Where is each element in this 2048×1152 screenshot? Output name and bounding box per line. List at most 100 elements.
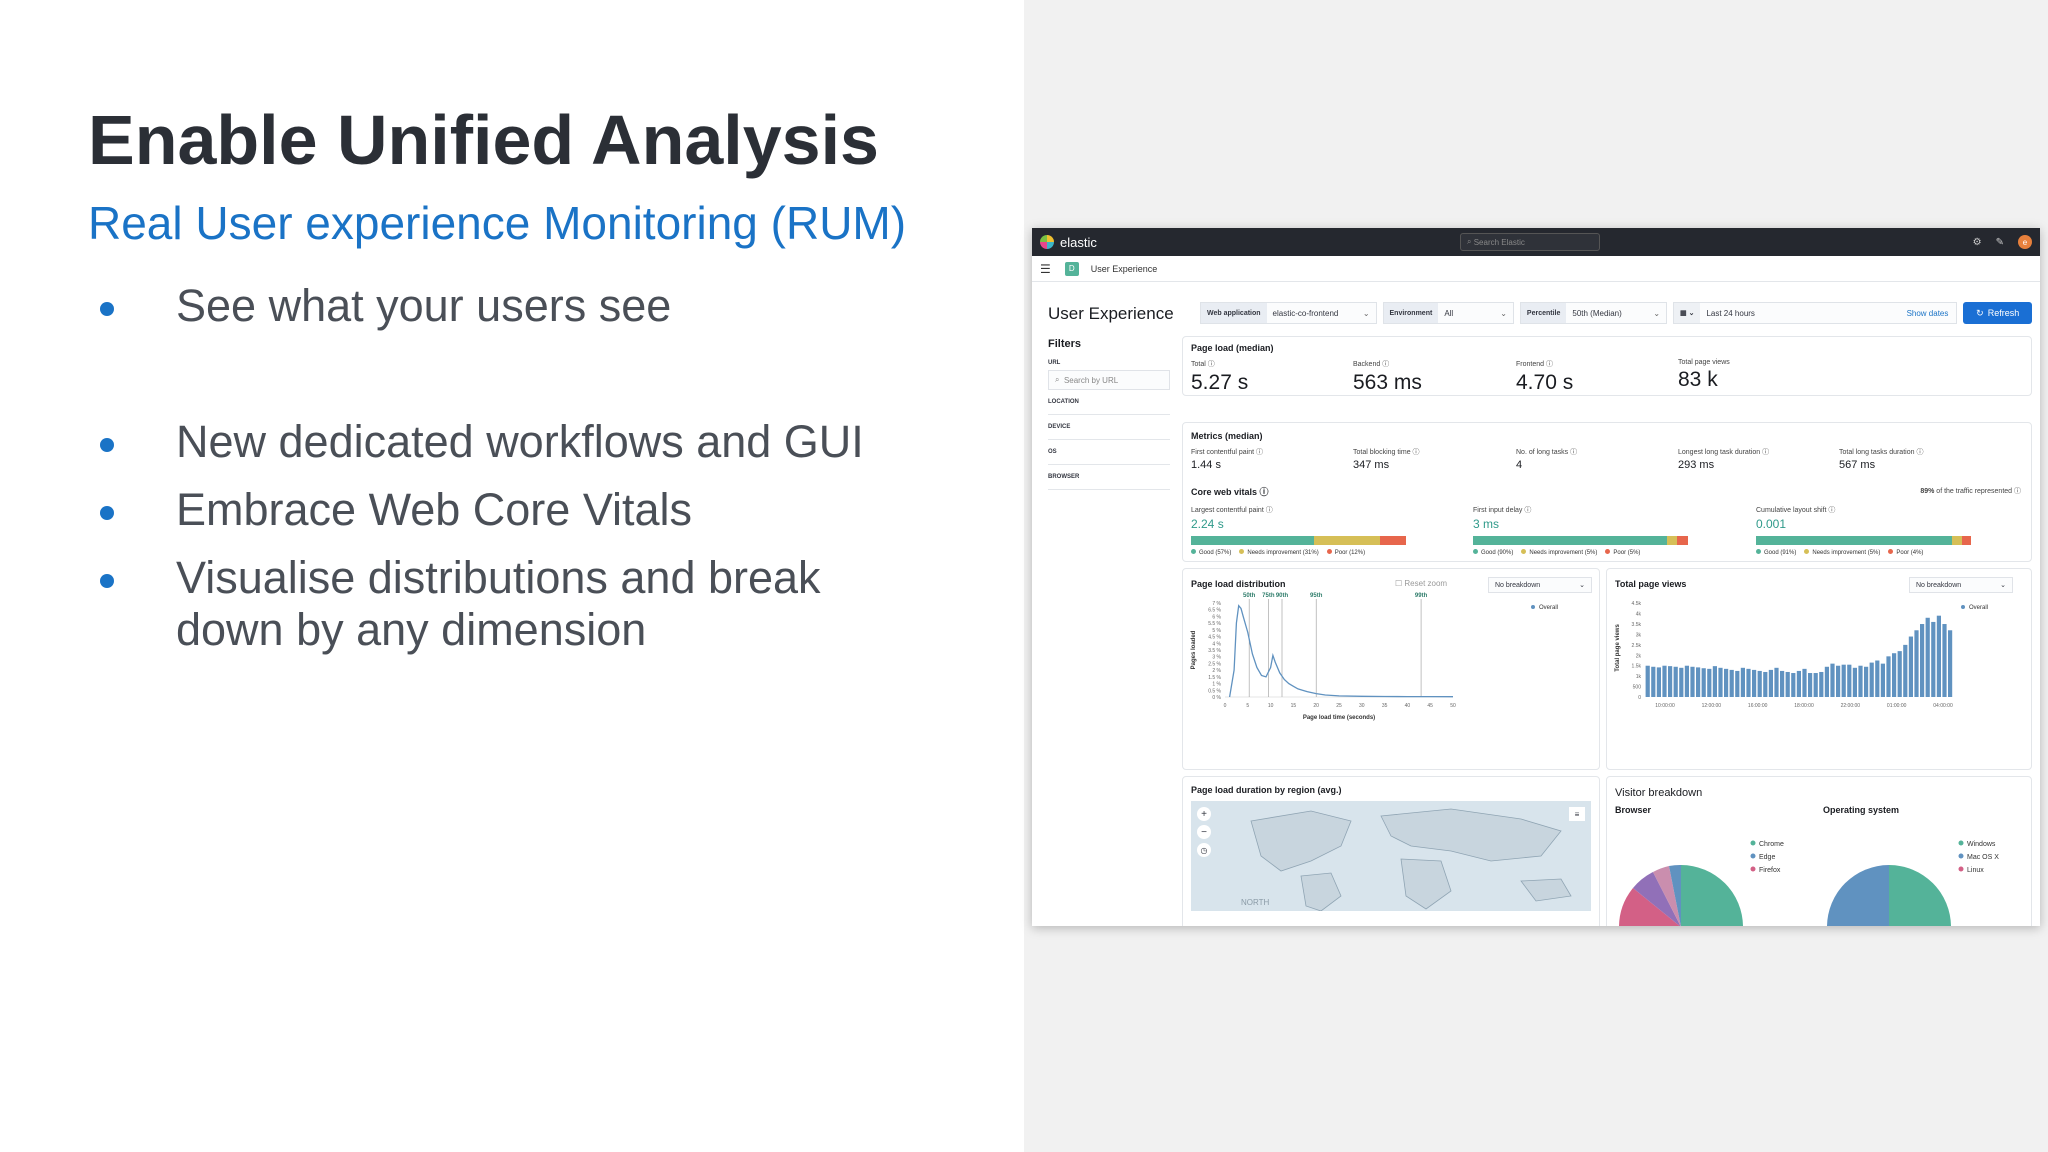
y-tick-label: 2.5 % bbox=[1208, 661, 1221, 667]
filter-location[interactable]: LOCATION bbox=[1048, 390, 1170, 415]
page-load-panel: Page load (median) Total ⓘ 5.27 s Backen… bbox=[1182, 336, 2032, 396]
percentile-marker-label: 75th bbox=[1262, 593, 1275, 599]
page-views-bar bbox=[1679, 667, 1684, 697]
cwv-segment-ni[interactable] bbox=[1951, 536, 1963, 545]
env-value: All bbox=[1444, 308, 1454, 318]
x-tick-label: 22:00:00 bbox=[1841, 703, 1861, 709]
distribution-chart[interactable]: 0 %0.5 %1 %1.5 %2 %2.5 %3 %3.5 %4 %4.5 %… bbox=[1183, 569, 1601, 771]
page-views-bar bbox=[1830, 663, 1835, 697]
percentile-marker-label: 50th bbox=[1243, 593, 1256, 599]
top-icon-group: ⚙ ✎ e bbox=[1973, 235, 2032, 249]
stat-value: 293 ms bbox=[1678, 459, 1715, 471]
cwv-bar[interactable] bbox=[1191, 536, 1406, 545]
page-views-bar bbox=[1690, 666, 1695, 697]
cwv-segment-poor[interactable] bbox=[1677, 536, 1688, 545]
os-pie bbox=[1827, 865, 1951, 926]
zoom-in-icon[interactable]: + bbox=[1197, 807, 1211, 821]
brand-name: elastic bbox=[1060, 234, 1097, 250]
show-dates-link[interactable]: Show dates bbox=[1899, 309, 1957, 318]
bullet-item: Visualise distributions and break down b… bbox=[100, 552, 916, 656]
bullet-text: See what your users see bbox=[176, 280, 672, 331]
stat-value: 5.27 s bbox=[1191, 371, 1249, 394]
stat-value: 567 ms bbox=[1839, 459, 1876, 471]
visitor-pies[interactable]: Chrome Edge Firefox Windows Mac OS X Lin… bbox=[1607, 777, 2033, 926]
traffic-represented: 89% of the traffic represented ⓘ bbox=[1920, 488, 2021, 495]
url-search-placeholder: Search by URL bbox=[1063, 375, 1119, 385]
page-views-bar bbox=[1752, 669, 1757, 697]
filter-controls: Web application elastic-co-frontend ⌄ En… bbox=[1200, 302, 2032, 324]
y-tick-label: 3 % bbox=[1212, 655, 1221, 661]
page-views-bar bbox=[1768, 669, 1773, 697]
cwv-segment-ni[interactable] bbox=[1666, 536, 1678, 545]
cwv-bar[interactable] bbox=[1756, 536, 1971, 545]
menu-icon[interactable]: ☰ bbox=[1040, 262, 1051, 276]
top-navigation-bar: elastic ⌕ Search Elastic ⚙ ✎ e bbox=[1032, 228, 2040, 256]
calendar-icon[interactable]: ▦ ⌄ bbox=[1674, 303, 1701, 323]
percentile-select[interactable]: Percentile 50th (Median) ⌄ bbox=[1519, 302, 1668, 324]
stat-label: No. of long tasks ⓘ bbox=[1516, 449, 1578, 456]
y-tick-label: 6 % bbox=[1212, 614, 1221, 620]
avatar[interactable]: e bbox=[2018, 235, 2032, 249]
web-application-select[interactable]: Web application elastic-co-frontend ⌄ bbox=[1200, 302, 1377, 324]
stat-total: Total ⓘ 5.27 s bbox=[1191, 359, 1248, 395]
notifications-icon[interactable]: ✎ bbox=[1996, 237, 2004, 248]
cwv-cls: Cumulative layout shift ⓘ 0.001 Good (91… bbox=[1756, 505, 1971, 556]
filter-device[interactable]: DEVICE bbox=[1048, 415, 1170, 440]
world-map[interactable]: NORTH + − ◷ ≡ bbox=[1191, 801, 1591, 911]
page-views-bar bbox=[1808, 673, 1813, 697]
page-views-bar bbox=[1740, 667, 1745, 697]
y-tick-label: 4.5 % bbox=[1208, 635, 1221, 641]
web-app-label: Web application bbox=[1201, 303, 1267, 323]
page-views-bar bbox=[1852, 667, 1857, 697]
refresh-button[interactable]: ↻ Refresh bbox=[1963, 302, 2032, 324]
url-search-input[interactable]: ⌕ Search by URL bbox=[1048, 370, 1170, 390]
region-map-panel: Page load duration by region (avg.) NORT… bbox=[1182, 776, 1600, 926]
filter-browser[interactable]: BROWSER bbox=[1048, 465, 1170, 490]
page-views-bar bbox=[1948, 630, 1953, 697]
search-placeholder: Search Elastic bbox=[1473, 237, 1525, 247]
visitor-breakdown-panel: Visitor breakdown Browser Operating syst… bbox=[1606, 776, 2032, 926]
url-filter-label: URL bbox=[1048, 360, 1061, 366]
page-views-chart[interactable]: 0 500 1k 1.5k 2k 2.5k 3k 3.5k 4k 4.5k 10:00:00 12:0… bbox=[1607, 569, 2033, 771]
page-views-bar bbox=[1824, 666, 1829, 697]
page-views-bar bbox=[1892, 653, 1897, 697]
layers-icon[interactable]: ≡ bbox=[1569, 807, 1585, 821]
browser-legend-item: Edge bbox=[1759, 854, 1775, 861]
refresh-icon: ↻ bbox=[1976, 307, 1984, 318]
cwv-label: Cumulative layout shift ⓘ bbox=[1756, 507, 1836, 514]
breadcrumb-item[interactable]: User Experience bbox=[1091, 264, 1158, 274]
filter-os[interactable]: OS bbox=[1048, 440, 1170, 465]
cwv-segment-poor[interactable] bbox=[1380, 536, 1406, 545]
page-views-bar bbox=[1774, 667, 1779, 697]
cwv-segment-good[interactable] bbox=[1756, 536, 1952, 545]
filters-sidebar: Filters URL ⌕ Search by URL LOCATION DEV… bbox=[1048, 338, 1170, 490]
x-tick-label: 25 bbox=[1336, 703, 1342, 709]
stat-label: Total blocking time ⓘ bbox=[1353, 449, 1420, 456]
elastic-logo-icon[interactable] bbox=[1040, 235, 1054, 249]
cwv-segment-ni[interactable] bbox=[1313, 536, 1381, 545]
stat-label: Total long tasks duration ⓘ bbox=[1839, 449, 1924, 456]
page-views-bar bbox=[1668, 666, 1673, 697]
cwv-segment-poor[interactable] bbox=[1962, 536, 1971, 545]
bullet-text: Embrace Web Core Vitals bbox=[176, 484, 693, 535]
metrics-title: Metrics (median) bbox=[1191, 431, 1263, 441]
metric-tbt: Total blocking time ⓘ 347 ms bbox=[1353, 447, 1420, 471]
cwv-bar[interactable] bbox=[1473, 536, 1688, 545]
cwv-value: 0.001 bbox=[1756, 517, 1787, 531]
global-search-input[interactable]: ⌕ Search Elastic bbox=[1460, 233, 1600, 251]
cwv-segment-good[interactable] bbox=[1473, 536, 1667, 545]
legend-swatch bbox=[1961, 605, 1965, 609]
date-picker[interactable]: ▦ ⌄ Last 24 hours Show dates bbox=[1673, 302, 1958, 324]
y-tick-label: 1k bbox=[1636, 674, 1642, 680]
cwv-segment-good[interactable] bbox=[1191, 536, 1314, 545]
space-badge[interactable]: D bbox=[1064, 261, 1079, 276]
environment-select[interactable]: Environment All ⌄ bbox=[1382, 302, 1514, 324]
page-views-bar bbox=[1931, 621, 1936, 697]
chevron-down-icon: ⌄ bbox=[1500, 308, 1507, 318]
y-tick-label: 1.5 % bbox=[1208, 675, 1221, 681]
percentile-value: 50th (Median) bbox=[1572, 308, 1622, 318]
zoom-out-icon[interactable]: − bbox=[1197, 825, 1211, 839]
reset-view-icon[interactable]: ◷ bbox=[1197, 843, 1211, 857]
help-icon[interactable]: ⚙ bbox=[1973, 237, 1982, 248]
y-tick-label: 3.5k bbox=[1632, 622, 1642, 628]
